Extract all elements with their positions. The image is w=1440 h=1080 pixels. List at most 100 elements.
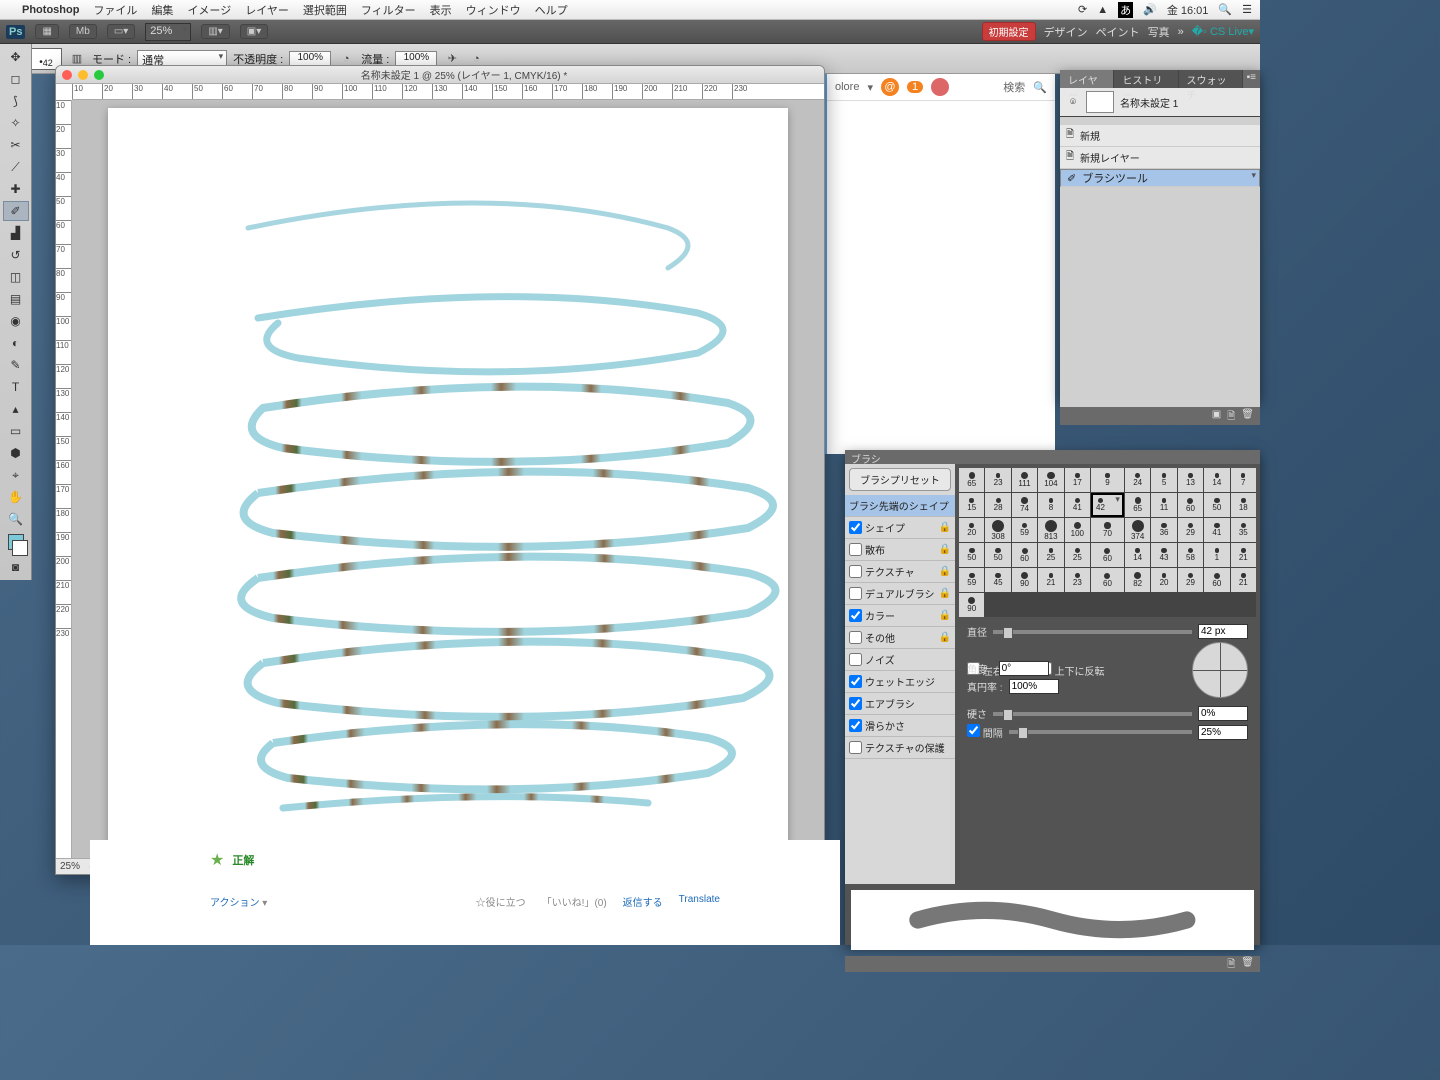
blur-tool[interactable]: ◉ [3,311,29,331]
zoom-window-icon[interactable] [94,70,104,80]
brush-preset-cell[interactable]: 43 [1151,543,1176,567]
reply-link[interactable]: 返信する [623,894,663,909]
pen-tool[interactable]: ✎ [3,355,29,375]
brush-option[interactable]: テクスチャ🔒 [845,561,955,583]
bridge-icon[interactable]: ▦ [35,24,58,39]
3d-tool[interactable]: ⬢ [3,443,29,463]
brush-option[interactable]: 散布🔒 [845,539,955,561]
brush-preset-cell[interactable]: 9 [1091,468,1124,492]
trash-icon[interactable]: 🗑 [1241,957,1254,971]
eyedropper-tool[interactable]: ⟋ [3,157,29,177]
brush-preset-cell[interactable]: 70 [1091,518,1124,542]
brush-preset-cell[interactable]: 21 [1231,543,1256,567]
brush-option[interactable]: その他🔒 [845,627,955,649]
brush-preset-cell[interactable]: 17 [1065,468,1090,492]
sync-icon[interactable]: ⟳ [1078,3,1087,16]
ruler-horizontal[interactable]: 1020304050607080901001101201301401501601… [72,84,824,100]
minimize-icon[interactable] [78,70,88,80]
workspace-more[interactable]: » [1178,26,1184,38]
marquee-tool[interactable]: ◻ [3,69,29,89]
tab-swatches[interactable]: スウォッチ [1179,70,1243,88]
brush-preset-cell[interactable]: 21 [1231,568,1256,592]
brush-preset-cell[interactable]: 111 [1012,468,1037,492]
cslive-button[interactable]: �◦ CS Live▾ [1192,25,1254,38]
workspace-photo[interactable]: 写真 [1148,24,1170,40]
brush-preset-cell[interactable]: 90 [1012,568,1037,592]
wand-tool[interactable]: ✧ [3,113,29,133]
tab-layers[interactable]: レイヤー [1060,70,1114,88]
roundness-field[interactable] [1009,679,1059,694]
brush-preset-cell[interactable]: 35 [1231,518,1256,542]
shape-tool[interactable]: ▭ [3,421,29,441]
dodge-tool[interactable]: ◐ [3,333,29,353]
canvas[interactable] [108,108,788,858]
brush-preset-cell[interactable]: 28 [985,493,1010,517]
app-name[interactable]: Photoshop [22,4,79,16]
ps-logo-icon[interactable]: Ps [6,25,25,39]
angle-widget[interactable] [1192,642,1248,698]
brush-option[interactable]: シェイプ🔒 [845,517,955,539]
brush-preset-cell[interactable]: 1 [1204,543,1229,567]
brush-option[interactable]: ウェットエッジ [845,671,955,693]
brush-preset-cell[interactable]: 7 [1231,468,1256,492]
menu-image[interactable]: イメージ [187,2,231,18]
brush-preset-cell[interactable]: 50 [959,543,984,567]
brush-preset-cell[interactable]: 14 [1125,543,1150,567]
brush-preset-cell[interactable]: 13 [1178,468,1203,492]
brush-preset-cell[interactable]: 20 [959,518,984,542]
menu-file[interactable]: ファイル [93,2,137,18]
menu-window[interactable]: ウィンドウ [466,2,521,18]
panel-menu-icon[interactable]: ▪≡ [1243,70,1260,88]
menu-filter[interactable]: フィルター [361,2,416,18]
clock[interactable]: 金 16:01 [1167,2,1209,18]
brush-option[interactable]: 滑らかさ [845,715,955,737]
brush-preset-cell[interactable]: 65 [1125,493,1150,517]
workspace-preset[interactable]: 初期設定 [982,22,1036,41]
spacing-slider[interactable] [1009,730,1192,734]
new-doc-icon[interactable]: 🗎 [1227,409,1235,423]
lasso-tool[interactable]: ⟆ [3,91,29,111]
brush-preset-cell[interactable]: 104 [1038,468,1063,492]
brush-preset-cell[interactable]: 60 [1012,543,1037,567]
flip-y-checkbox[interactable]: 上下に反転 [1039,662,1105,678]
brush-preset-cell[interactable]: 813 [1038,518,1063,542]
brush-preset-cell[interactable]: 90 [959,593,984,617]
brush-preset-cell[interactable]: 60 [1091,543,1124,567]
crop-tool[interactable]: ✂ [3,135,29,155]
diameter-field[interactable] [1198,624,1248,639]
new-brush-icon[interactable]: 🗎 [1227,957,1235,971]
tab-history[interactable]: ヒストリー [1114,70,1178,88]
brush-preset-cell[interactable]: 100 [1065,518,1090,542]
brush-preset-cell[interactable]: 58 [1178,543,1203,567]
avatar-icon[interactable] [931,78,949,96]
brush-option[interactable]: カラー🔒 [845,605,955,627]
helpful-link[interactable]: ☆役に立つ [476,894,526,909]
brush-preset-cell[interactable]: 60 [1204,568,1229,592]
brush-preset-cell[interactable]: 74 [1012,493,1037,517]
ruler-vertical[interactable]: 1020304050607080901001101201301401501601… [56,100,72,858]
brush-preset-cell[interactable]: 82 [1125,568,1150,592]
brush-preset-cell[interactable]: 50 [985,543,1010,567]
brush-preset-cell[interactable]: 374 [1125,518,1150,542]
workspace-paint[interactable]: ペイント [1096,24,1140,40]
menu-layer[interactable]: レイヤー [245,2,289,18]
brush-preset-cell[interactable]: 8 [1038,493,1063,517]
brush-preset-cell[interactable]: 5 [1151,468,1176,492]
workspace-design[interactable]: デザイン [1044,24,1088,40]
hardness-slider[interactable] [993,712,1192,716]
eraser-tool[interactable]: ◫ [3,267,29,287]
menu-edit[interactable]: 編集 [151,2,173,18]
history-item[interactable]: 🗎 新規 [1060,125,1260,147]
brush-preset-cell[interactable]: 24 [1125,468,1150,492]
list-icon[interactable]: ☰ [1242,3,1252,16]
brush-preset-cell[interactable]: 41 [1204,518,1229,542]
brush-preset-cell[interactable]: 59 [1012,518,1037,542]
spacing-field[interactable] [1198,725,1248,740]
quickmask-icon[interactable]: ◙ [3,557,29,577]
brush-preset-cell[interactable]: 25 [1065,543,1090,567]
screen-mode-icon[interactable]: ▣▾ [240,24,268,39]
brush-option[interactable]: テクスチャの保護 [845,737,955,759]
actions-dropdown[interactable]: アクション ▾ [210,894,267,909]
background-color[interactable] [12,540,28,556]
hand-tool[interactable]: ✋ [3,487,29,507]
